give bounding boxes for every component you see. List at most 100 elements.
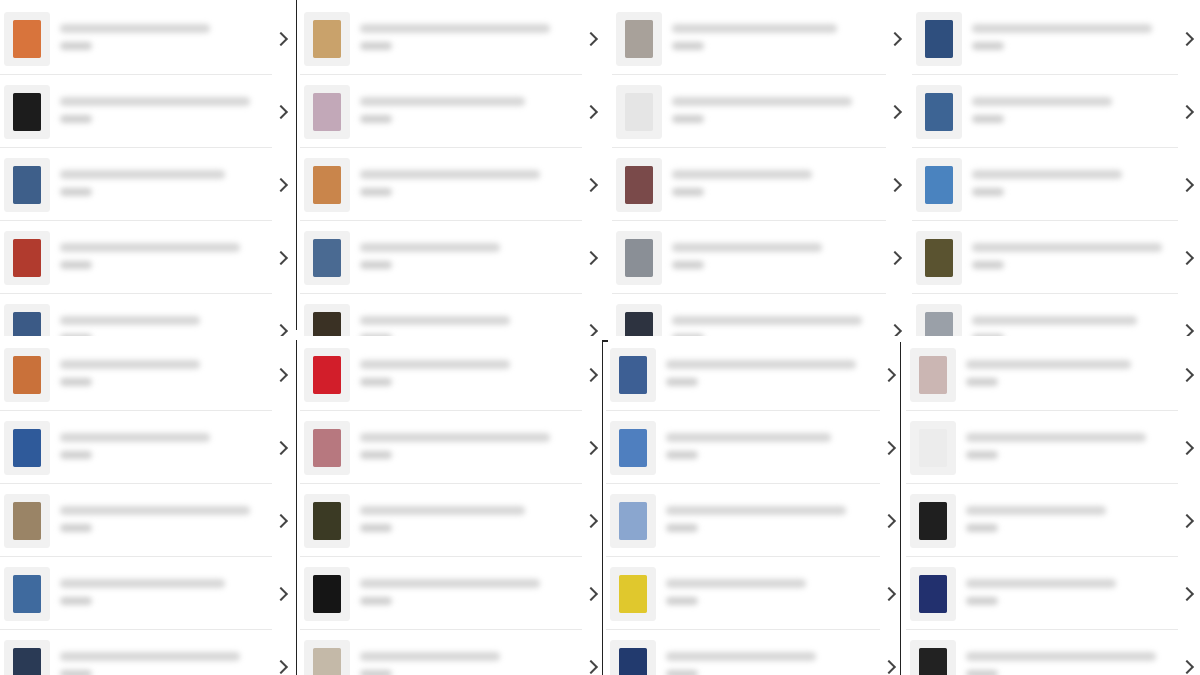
chevron-right-icon[interactable] bbox=[583, 659, 599, 675]
list-item[interactable] bbox=[0, 222, 294, 294]
list-item[interactable] bbox=[912, 3, 1200, 75]
list-item[interactable] bbox=[300, 412, 604, 484]
row-divider bbox=[0, 483, 272, 484]
list-item[interactable] bbox=[300, 76, 604, 148]
chevron-right-icon[interactable] bbox=[881, 659, 897, 675]
chevron-right-icon[interactable] bbox=[583, 177, 599, 193]
chevron-right-icon[interactable] bbox=[273, 250, 289, 266]
list-item[interactable] bbox=[0, 631, 294, 675]
blurred-subtitle-line bbox=[60, 42, 92, 50]
list-item[interactable] bbox=[912, 295, 1200, 340]
chevron-right-icon[interactable] bbox=[881, 513, 897, 529]
item-photo bbox=[13, 647, 41, 675]
list-item[interactable] bbox=[300, 149, 604, 221]
chevron-right-icon[interactable] bbox=[887, 31, 903, 47]
list-item[interactable] bbox=[906, 412, 1200, 484]
list-item[interactable] bbox=[0, 558, 294, 630]
blurred-title-line bbox=[360, 170, 540, 179]
blurred-subtitle-line bbox=[666, 670, 698, 675]
blurred-title-line bbox=[666, 360, 856, 369]
row-divider bbox=[612, 147, 886, 148]
chevron-right-icon[interactable] bbox=[1179, 513, 1195, 529]
list-item[interactable] bbox=[300, 339, 604, 411]
list-item[interactable] bbox=[300, 222, 604, 294]
chevron-right-icon[interactable] bbox=[1179, 367, 1195, 383]
list-item[interactable] bbox=[612, 149, 908, 221]
chevron-right-icon[interactable] bbox=[881, 440, 897, 456]
blurred-item-text bbox=[360, 356, 574, 394]
chevron-right-icon[interactable] bbox=[273, 177, 289, 193]
chevron-right-icon[interactable] bbox=[1179, 31, 1195, 47]
chevron-right-icon[interactable] bbox=[887, 250, 903, 266]
list-item[interactable] bbox=[912, 149, 1200, 221]
list-item[interactable] bbox=[300, 295, 604, 340]
blurred-item-text bbox=[966, 575, 1170, 613]
chevron-right-icon[interactable] bbox=[887, 104, 903, 120]
blurred-subtitle-line bbox=[360, 115, 392, 123]
chevron-right-icon[interactable] bbox=[881, 586, 897, 602]
chevron-right-icon[interactable] bbox=[273, 104, 289, 120]
list-item[interactable] bbox=[0, 485, 294, 557]
list-item[interactable] bbox=[300, 485, 604, 557]
list-item[interactable] bbox=[612, 295, 908, 340]
blurred-title-line bbox=[666, 506, 846, 515]
white-tshirt-icon bbox=[616, 85, 662, 139]
chevron-right-icon[interactable] bbox=[273, 586, 289, 602]
list-item[interactable] bbox=[912, 222, 1200, 294]
chevron-right-icon[interactable] bbox=[1179, 659, 1195, 675]
chevron-right-icon[interactable] bbox=[583, 367, 599, 383]
chevron-right-icon[interactable] bbox=[1179, 250, 1195, 266]
chevron-right-icon[interactable] bbox=[583, 586, 599, 602]
chevron-right-icon[interactable] bbox=[1179, 177, 1195, 193]
olive-jacket-icon bbox=[916, 231, 962, 285]
list-item[interactable] bbox=[606, 558, 902, 630]
list-item[interactable] bbox=[906, 558, 1200, 630]
chevron-right-icon[interactable] bbox=[1179, 104, 1195, 120]
chevron-right-icon[interactable] bbox=[273, 31, 289, 47]
chevron-right-icon[interactable] bbox=[583, 440, 599, 456]
list-item[interactable] bbox=[0, 339, 294, 411]
list-item[interactable] bbox=[612, 222, 908, 294]
list-item[interactable] bbox=[0, 3, 294, 75]
blurred-subtitle-line bbox=[666, 524, 698, 532]
list-item[interactable] bbox=[906, 339, 1200, 411]
row-divider bbox=[612, 74, 886, 75]
list-item[interactable] bbox=[906, 631, 1200, 675]
list-item[interactable] bbox=[912, 76, 1200, 148]
chevron-right-icon[interactable] bbox=[273, 659, 289, 675]
chevron-right-icon[interactable] bbox=[583, 513, 599, 529]
denim-jeans-icon bbox=[4, 158, 50, 212]
list-item[interactable] bbox=[300, 3, 604, 75]
chevron-right-icon[interactable] bbox=[583, 104, 599, 120]
list-item[interactable] bbox=[0, 295, 294, 340]
list-item[interactable] bbox=[300, 558, 604, 630]
item-photo bbox=[13, 92, 41, 132]
row-divider bbox=[906, 483, 1178, 484]
list-item[interactable] bbox=[606, 485, 902, 557]
blurred-title-line bbox=[666, 652, 816, 661]
list-item[interactable] bbox=[0, 149, 294, 221]
list-item[interactable] bbox=[606, 631, 902, 675]
list-item[interactable] bbox=[612, 3, 908, 75]
blurred-item-text bbox=[666, 575, 872, 613]
navy-tshirt-icon bbox=[4, 640, 50, 675]
list-item[interactable] bbox=[0, 412, 294, 484]
list-item[interactable] bbox=[300, 631, 604, 675]
chevron-right-icon[interactable] bbox=[583, 31, 599, 47]
list-item[interactable] bbox=[612, 76, 908, 148]
chevron-right-icon[interactable] bbox=[887, 177, 903, 193]
chevron-right-icon[interactable] bbox=[273, 440, 289, 456]
blurred-item-text bbox=[360, 93, 574, 131]
list-item[interactable] bbox=[606, 412, 902, 484]
chevron-right-icon[interactable] bbox=[273, 367, 289, 383]
list-item[interactable] bbox=[906, 485, 1200, 557]
chevron-right-icon[interactable] bbox=[1179, 586, 1195, 602]
blurred-item-text bbox=[360, 429, 574, 467]
divider-tick bbox=[602, 340, 608, 342]
list-item[interactable] bbox=[0, 76, 294, 148]
chevron-right-icon[interactable] bbox=[1179, 440, 1195, 456]
chevron-right-icon[interactable] bbox=[881, 367, 897, 383]
list-item[interactable] bbox=[606, 339, 902, 411]
chevron-right-icon[interactable] bbox=[273, 513, 289, 529]
chevron-right-icon[interactable] bbox=[583, 250, 599, 266]
